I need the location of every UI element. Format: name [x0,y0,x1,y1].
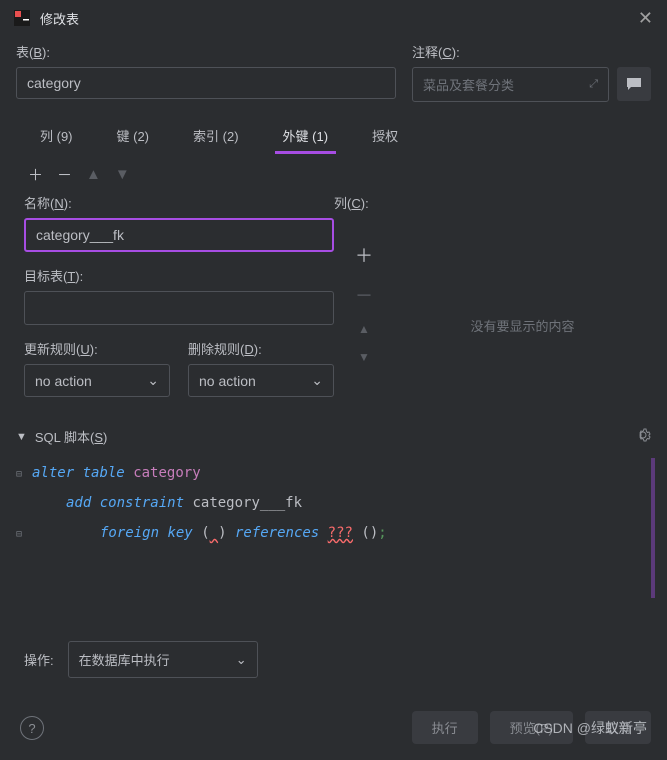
col-remove-icon[interactable]: － [355,282,373,308]
execute-button[interactable]: 执行 [412,711,478,744]
col-down-icon[interactable]: ▼ [358,350,370,364]
gutter-fold-icon[interactable]: ⊟ [16,460,22,490]
close-icon[interactable]: ✕ [638,8,653,29]
tab-keys[interactable]: 键 (2) [109,120,158,153]
cancel-button[interactable]: 取消 [585,711,651,744]
expand-icon[interactable]: ⤢ [589,78,598,91]
fk-name-input[interactable] [24,218,334,252]
chat-icon [626,77,642,91]
tab-grants[interactable]: 授权 [364,120,406,153]
table-input[interactable] [16,67,396,99]
sql-section-label: SQL 脚本(S) [35,427,108,446]
chevron-down-icon: ⌄ [236,652,247,668]
app-icon [14,10,30,26]
preview-button[interactable]: 预览(P) [490,711,573,744]
action-label: 操作: [24,650,54,669]
tab-columns[interactable]: 列 (9) [32,120,81,153]
fk-name-label: 名称(N): [24,193,334,212]
chevron-down-icon: ⌄ [147,372,159,389]
action-select[interactable]: 在数据库中执行 ⌄ [68,641,258,678]
col-up-icon[interactable]: ▲ [358,322,370,336]
tab-foreign-keys[interactable]: 外键 (1) [275,120,337,153]
comment-value: 菜品及套餐分类 [423,75,514,94]
comment-label: 注释(C): [412,42,651,61]
sql-editor[interactable]: ⊟ ⊟ alter table category add constraint … [18,458,655,598]
collapse-icon[interactable]: ▼ [16,431,27,443]
gutter-fold-end-icon[interactable]: ⊟ [16,520,22,550]
remove-icon[interactable]: － [57,164,72,185]
table-label: 表(B): [16,42,396,61]
comment-input[interactable]: 菜品及套餐分类 ⤢ [412,67,609,102]
comment-button[interactable] [617,67,651,101]
delete-rule-label: 删除规则(D): [188,339,334,358]
chevron-down-icon: ⌄ [311,372,323,389]
fk-target-input[interactable] [24,291,334,325]
tab-indexes[interactable]: 索引 (2) [185,120,247,153]
empty-columns-message: 没有要显示的内容 [394,193,651,397]
col-add-icon[interactable]: ＋ [355,242,373,268]
delete-rule-select[interactable]: no action ⌄ [188,364,334,397]
move-up-icon[interactable]: ▲ [86,166,101,183]
columns-label: 列(C): [334,193,394,212]
move-down-icon[interactable]: ▼ [115,166,130,183]
window-title: 修改表 [40,9,628,28]
add-icon[interactable]: ＋ [28,164,43,185]
fk-target-label: 目标表(T): [24,266,334,285]
gear-icon[interactable] [635,427,651,446]
update-rule-select[interactable]: no action ⌄ [24,364,170,397]
update-rule-label: 更新规则(U): [24,339,170,358]
help-button[interactable]: ? [20,716,44,740]
